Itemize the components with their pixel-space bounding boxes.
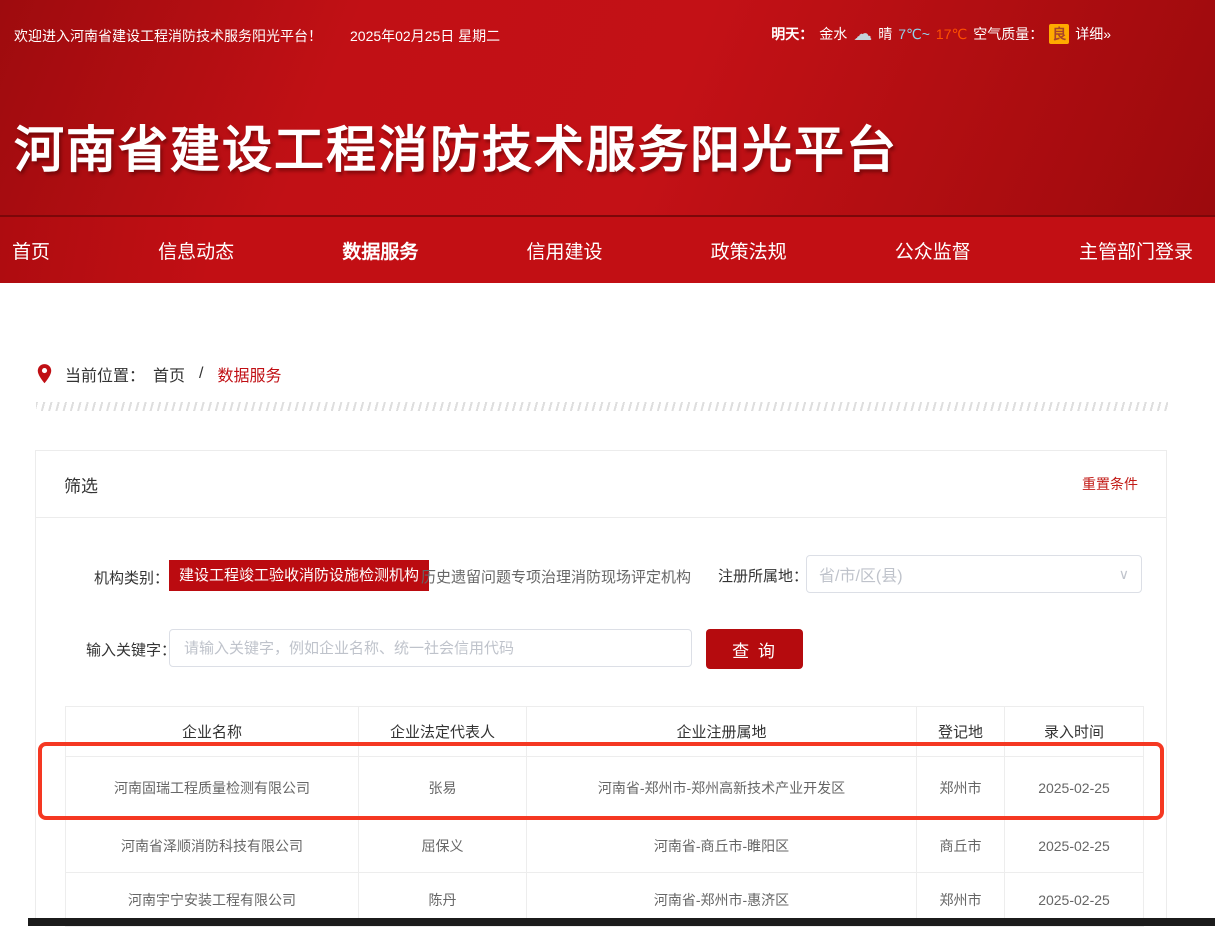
cell-location: 河南省-商丘市-睢阳区	[527, 819, 917, 873]
keyword-label: 输入关键字：	[86, 639, 176, 660]
cell-company: 河南固瑞工程质量检测有限公司	[66, 757, 359, 819]
nav-item-policy[interactable]: 政策法规	[711, 237, 787, 264]
nav-item-data-service[interactable]: 数据服务	[342, 237, 418, 264]
top-bar: 欢迎进入河南省建设工程消防技术服务阳光平台！ 2025年02月25日 星期二 明…	[0, 24, 1215, 48]
breadcrumb: 当前位置： 首页 / 数据服务	[36, 362, 282, 386]
nav-item-admin-login[interactable]: 主管部门登录	[1079, 237, 1193, 264]
keyword-input[interactable]	[169, 629, 692, 667]
category-tab-inactive[interactable]: 历史遗留问题专项治理消防现场评定机构	[421, 566, 691, 587]
cell-city: 商丘市	[917, 819, 1005, 873]
cell-location: 河南省-郑州市-郑州高新技术产业开发区	[527, 757, 917, 819]
weather-widget: 明天： 金水 ☁ 晴 7℃~ 17℃ 空气质量： 良 详细»	[771, 24, 1111, 44]
weather-tomorrow-label: 明天：	[771, 24, 813, 44]
breadcrumb-label: 当前位置：	[65, 362, 145, 386]
weather-detail-link[interactable]: 详细»	[1075, 24, 1111, 44]
filter-card: 筛选 重置条件 机构类别： 建设工程竣工验收消防设施检测机构 历史遗留问题专项治…	[35, 450, 1167, 926]
cell-company: 河南省泽顺消防科技有限公司	[66, 819, 359, 873]
main-nav: 首页 信息动态 数据服务 信用建设 政策法规 公众监督 主管部门登录	[0, 215, 1215, 283]
weather-condition: 晴	[878, 24, 892, 44]
search-button[interactable]: 查 询	[706, 629, 803, 669]
results-table: 企业名称 企业法定代表人 企业注册属地 登记地 录入时间 河南固瑞工程质量检测有…	[65, 706, 1144, 927]
chevron-down-icon: ∨	[1119, 566, 1129, 583]
air-quality-badge: 良	[1049, 24, 1069, 44]
col-company-name: 企业名称	[66, 707, 359, 757]
breadcrumb-home[interactable]: 首页	[153, 362, 185, 386]
location-pin-icon	[36, 363, 53, 385]
col-registry-city: 登记地	[917, 707, 1005, 757]
cell-date: 2025-02-25	[1005, 757, 1144, 819]
nav-item-news[interactable]: 信息动态	[158, 237, 234, 264]
filter-card-header: 筛选 重置条件	[36, 451, 1166, 518]
nav-item-home[interactable]: 首页	[12, 237, 50, 264]
nav-item-credit[interactable]: 信用建设	[526, 237, 602, 264]
region-select[interactable]: 省/市/区(县) ∨	[806, 555, 1142, 593]
filter-title: 筛选	[64, 472, 98, 497]
weather-cloud-icon: ☁	[853, 25, 872, 44]
cell-city: 郑州市	[917, 757, 1005, 819]
table-header-row: 企业名称 企业法定代表人 企业注册属地 登记地 录入时间	[66, 707, 1144, 757]
reset-filters-link[interactable]: 重置条件	[1082, 474, 1138, 494]
col-registered-location: 企业注册属地	[527, 707, 917, 757]
table-row-highlighted[interactable]: 河南固瑞工程质量检测有限公司 张易 河南省-郑州市-郑州高新技术产业开发区 郑州…	[66, 757, 1144, 819]
weather-temp-high: 17℃	[936, 26, 967, 43]
air-quality-label: 空气质量：	[973, 24, 1043, 44]
weather-district: 金水	[819, 24, 847, 44]
cell-legal-rep: 屈保义	[359, 819, 527, 873]
weather-temp-low: 7℃~	[898, 26, 930, 43]
table-row[interactable]: 河南省泽顺消防科技有限公司 屈保义 河南省-商丘市-睢阳区 商丘市 2025-0…	[66, 819, 1144, 873]
breadcrumb-current: 数据服务	[217, 362, 281, 386]
site-header: 欢迎进入河南省建设工程消防技术服务阳光平台！ 2025年02月25日 星期二 明…	[0, 0, 1215, 215]
cell-legal-rep: 张易	[359, 757, 527, 819]
cell-date: 2025-02-25	[1005, 819, 1144, 873]
category-tab-active[interactable]: 建设工程竣工验收消防设施检测机构	[169, 560, 429, 591]
date-text: 2025年02月25日 星期二	[350, 26, 500, 46]
page-title: 河南省建设工程消防技术服务阳光平台	[14, 110, 898, 182]
region-label: 注册所属地：	[718, 565, 808, 586]
welcome-text: 欢迎进入河南省建设工程消防技术服务阳光平台！	[14, 26, 322, 46]
slash-divider	[36, 402, 1168, 411]
category-label: 机构类别：	[94, 567, 169, 588]
footer-strip	[28, 918, 1215, 926]
breadcrumb-separator: /	[199, 365, 203, 383]
nav-item-supervision[interactable]: 公众监督	[895, 237, 971, 264]
region-select-placeholder: 省/市/区(县)	[819, 562, 1119, 586]
col-entry-date: 录入时间	[1005, 707, 1144, 757]
col-legal-rep: 企业法定代表人	[359, 707, 527, 757]
